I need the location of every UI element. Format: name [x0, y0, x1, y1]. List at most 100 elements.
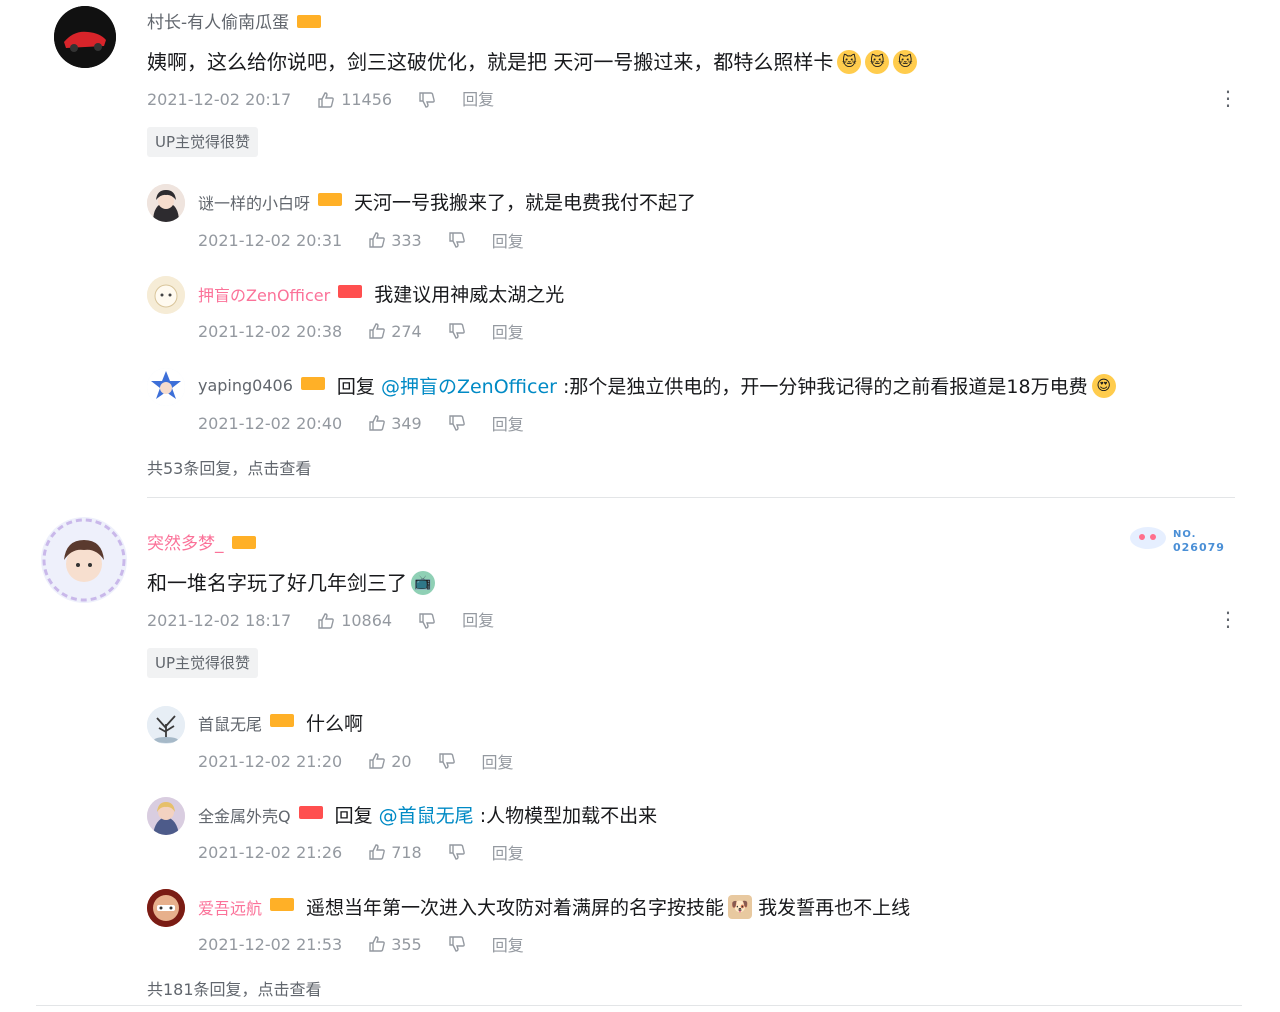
- thumb-up-icon: [369, 936, 386, 952]
- avatar[interactable]: [147, 276, 185, 314]
- avatar[interactable]: [147, 706, 185, 744]
- reply-username[interactable]: 全金属外壳Q: [198, 803, 291, 827]
- avatar[interactable]: [147, 368, 185, 406]
- thumb-up-icon: [369, 323, 386, 339]
- avatar[interactable]: [40, 516, 128, 604]
- timestamp: 2021-12-02 20:38: [198, 321, 343, 341]
- like-button[interactable]: 274: [368, 322, 422, 341]
- mention-link[interactable]: @首鼠无尾: [379, 805, 474, 827]
- level-badge: [270, 714, 295, 727]
- level-badge: [231, 535, 256, 549]
- cat-emoji-icon: 🐱: [893, 49, 918, 74]
- dislike-button[interactable]: [448, 322, 466, 340]
- mention-link[interactable]: @押盲のZenOfficer: [381, 376, 557, 398]
- reply-button[interactable]: 回复: [492, 932, 524, 956]
- reply-button[interactable]: 回复: [462, 90, 494, 110]
- more-options-icon[interactable]: ⋮: [1218, 609, 1238, 629]
- comment-text: 姨啊，这么给你说吧，剑三这破优化，就是把 天河一号搬过来，都特么照样卡 🐱 🐱 🐱: [147, 49, 918, 76]
- thumb-down-icon: [449, 415, 465, 431]
- dislike-button[interactable]: [438, 752, 456, 770]
- reply-button[interactable]: 回复: [462, 611, 494, 631]
- avatar[interactable]: [147, 889, 185, 927]
- dislike-button[interactable]: [448, 231, 466, 249]
- reply-meta: 2021-12-02 20:38 274 回复: [198, 319, 524, 343]
- like-button[interactable]: 333: [368, 231, 422, 250]
- like-button[interactable]: 349: [368, 414, 422, 433]
- reply-text: 我建议用神威太湖之光: [374, 284, 565, 306]
- avatar[interactable]: [147, 797, 185, 835]
- cat-emoji-icon: 🐱: [865, 49, 890, 74]
- fan-badge-icon: [1130, 527, 1166, 549]
- thread-divider: [147, 497, 1235, 498]
- like-button[interactable]: 20: [368, 752, 412, 771]
- dislike-button[interactable]: [448, 414, 466, 432]
- reply-button[interactable]: 回复: [492, 228, 524, 252]
- reply-button[interactable]: 回复: [492, 319, 524, 343]
- reply-text: 回复 @首鼠无尾 :人物模型加载不出来: [334, 805, 658, 827]
- timestamp: 2021-12-02 18:17: [147, 611, 292, 630]
- tv-emoji-icon: 📺: [411, 570, 435, 595]
- reply-username[interactable]: yaping0406: [198, 376, 293, 395]
- thumb-down-icon: [438, 753, 455, 769]
- thumb-down-icon: [449, 323, 465, 339]
- timestamp: 2021-12-02 20:17: [147, 90, 292, 109]
- dislike-button[interactable]: [448, 935, 466, 953]
- reply-meta: 2021-12-02 21:26 718 回复: [198, 840, 524, 864]
- reply-button[interactable]: 回复: [492, 840, 524, 864]
- thumb-up-icon: [318, 92, 335, 108]
- reply-username[interactable]: 谜一样的小白呀: [198, 190, 310, 214]
- reply-meta: 2021-12-02 20:40 349 回复: [198, 411, 524, 435]
- reply-meta: 2021-12-02 21:53 355 回复: [198, 932, 524, 956]
- like-button[interactable]: 355: [368, 935, 422, 954]
- reply-username[interactable]: 爱吾远航: [198, 895, 262, 919]
- like-button[interactable]: 718: [368, 843, 422, 862]
- dislike-button[interactable]: [448, 843, 466, 861]
- view-more-replies[interactable]: 共181条回复，点击查看: [147, 976, 322, 1000]
- thumb-down-icon: [449, 232, 465, 248]
- like-button[interactable]: 10864: [317, 611, 392, 631]
- thumb-up-icon: [369, 232, 386, 248]
- thread-divider: [36, 1005, 1242, 1006]
- reply-text: 遥想当年第一次进入大攻防对着满屏的名字按技能 🐶 我发誓再也不上线: [306, 893, 910, 921]
- thumb-down-icon: [449, 844, 465, 860]
- reply-text: 回复 @押盲のZenOfficer :那个是独立供电的，开一分钟我记得的之前看报…: [337, 372, 1116, 400]
- reply-meta: 2021-12-02 20:31 333 回复: [198, 228, 524, 252]
- up-liked-tag: UP主觉得很赞: [147, 648, 259, 678]
- thumb-down-icon: [419, 613, 435, 629]
- level-badge: [338, 285, 363, 298]
- dislike-button[interactable]: [418, 91, 436, 109]
- username[interactable]: 村长-有人偷南瓜蛋: [147, 12, 322, 34]
- cat-emoji-icon: 🐱: [837, 49, 862, 74]
- username[interactable]: 突然多梦_: [147, 533, 256, 555]
- dislike-button[interactable]: [418, 612, 436, 630]
- timestamp: 2021-12-02 21:53: [198, 934, 343, 954]
- like-button[interactable]: 11456: [317, 90, 392, 110]
- thumb-up-icon: [369, 415, 386, 431]
- timestamp: 2021-12-02 21:26: [198, 842, 343, 862]
- reply-head: 谜一样的小白呀 天河一号我搬来了，就是电费我付不起了: [198, 188, 696, 215]
- reply-username[interactable]: 押盲のZenOfficer: [198, 282, 330, 306]
- up-liked-tag: UP主觉得很赞: [147, 127, 259, 157]
- reply-head: 押盲のZenOfficer 我建议用神威太湖之光: [198, 280, 564, 307]
- reply-button[interactable]: 回复: [492, 411, 524, 435]
- timestamp: 2021-12-02 20:40: [198, 413, 343, 433]
- reply-button[interactable]: 回复: [482, 749, 514, 773]
- thumb-up-icon: [369, 753, 386, 769]
- comment-meta: 2021-12-02 18:17 10864 回复: [147, 611, 494, 631]
- heart-eyes-emoji-icon: 😍: [1091, 373, 1116, 398]
- reply-head: yaping0406 回复 @押盲のZenOfficer :那个是独立供电的，开…: [198, 372, 1116, 400]
- view-more-replies[interactable]: 共53条回复，点击查看: [147, 455, 311, 479]
- level-badge: [270, 898, 295, 912]
- level-badge: [318, 193, 343, 206]
- avatar[interactable]: [54, 6, 116, 68]
- level-badge: [297, 14, 322, 28]
- thumb-down-icon: [419, 92, 435, 108]
- reply-head: 全金属外壳Q 回复 @首鼠无尾 :人物模型加载不出来: [198, 801, 657, 828]
- more-options-icon[interactable]: ⋮: [1218, 88, 1238, 108]
- comment-text: 和一堆名字玩了好几年剑三了 📺: [147, 570, 435, 597]
- avatar[interactable]: [147, 184, 185, 222]
- reply-username[interactable]: 首鼠无尾: [198, 711, 262, 735]
- level-badge: [300, 377, 325, 391]
- thumb-down-icon: [449, 936, 465, 952]
- reply-head: 爱吾远航 遥想当年第一次进入大攻防对着满屏的名字按技能 🐶 我发誓再也不上线: [198, 893, 910, 921]
